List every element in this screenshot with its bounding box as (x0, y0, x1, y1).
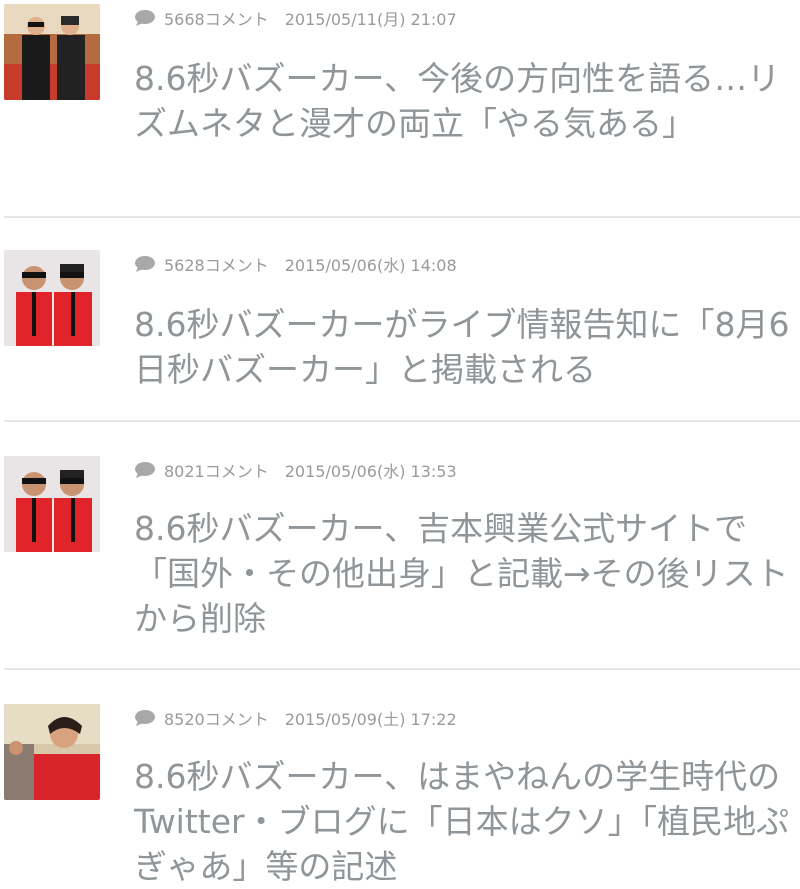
article-meta: 8021コメント 2015/05/06(水) 13:53 (134, 458, 457, 482)
comment-count: 5668コメント (164, 10, 269, 29)
article-title[interactable]: 8.6秒バズーカー、吉本興業公式サイトで「国外・その他出身」と記載→その後リスト… (134, 506, 800, 641)
list-item[interactable]: 8021コメント 2015/05/06(水) 13:53 8.6秒バズーカー、吉… (0, 422, 800, 670)
comment-count: 8021コメント (164, 462, 269, 481)
comment-bubble-icon (134, 9, 156, 27)
article-meta: 8520コメント 2015/05/09(土) 17:22 (134, 706, 457, 730)
thumbnail-image[interactable] (4, 4, 100, 100)
article-title[interactable]: 8.6秒バズーカー、はまやねんの学生時代のTwitter・ブログに「日本はクソ」… (134, 754, 800, 889)
post-datetime: 2015/05/11(月) 21:07 (284, 10, 457, 29)
comment-count: 8520コメント (164, 710, 269, 729)
thumbnail-image[interactable] (4, 250, 100, 346)
comment-bubble-icon (134, 461, 156, 479)
post-datetime: 2015/05/06(水) 14:08 (284, 256, 457, 275)
article-title[interactable]: 8.6秒バズーカーがライブ情報告知に「8月6日秒バズーカー」と掲載される (134, 302, 800, 392)
comment-count: 5628コメント (164, 256, 269, 275)
article-title[interactable]: 8.6秒バズーカー、今後の方向性を語る…リズムネタと漫才の両立「やる気ある」 (134, 56, 800, 146)
thumbnail-image[interactable] (4, 456, 100, 552)
list-item[interactable]: 5668コメント 2015/05/11(月) 21:07 8.6秒バズーカー、今… (0, 0, 800, 218)
post-datetime: 2015/05/09(土) 17:22 (284, 710, 457, 729)
comment-bubble-icon (134, 709, 156, 727)
thumbnail-image[interactable] (4, 704, 100, 800)
comment-bubble-icon (134, 255, 156, 273)
list-item[interactable]: 8520コメント 2015/05/09(土) 17:22 8.6秒バズーカー、は… (0, 670, 800, 886)
post-datetime: 2015/05/06(水) 13:53 (284, 462, 457, 481)
list-item[interactable]: 5628コメント 2015/05/06(水) 14:08 8.6秒バズーカーがラ… (0, 218, 800, 422)
article-meta: 5668コメント 2015/05/11(月) 21:07 (134, 6, 457, 30)
article-meta: 5628コメント 2015/05/06(水) 14:08 (134, 252, 457, 276)
